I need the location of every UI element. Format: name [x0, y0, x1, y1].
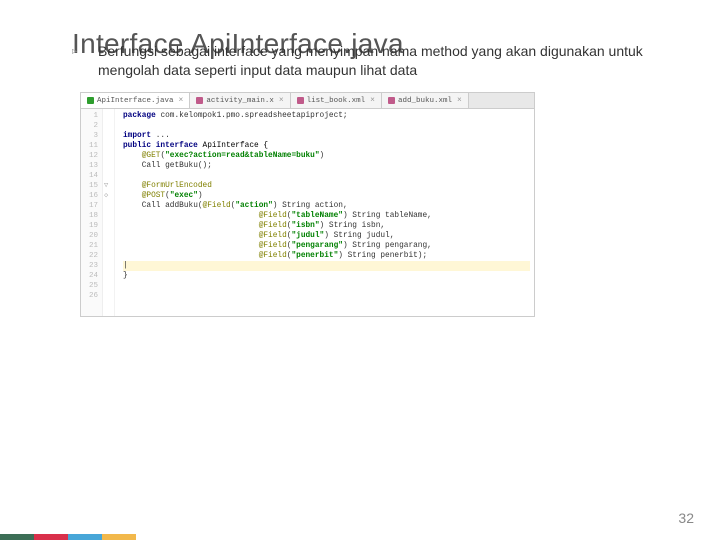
bullet-icon: ▹	[72, 46, 77, 57]
tab-add-buku[interactable]: add_buku.xml ×	[382, 93, 469, 108]
xml-file-icon	[196, 97, 203, 104]
tab-label: ApiInterface.java	[97, 97, 174, 105]
xml-file-icon	[388, 97, 395, 104]
tab-list-book[interactable]: list_book.xml ×	[291, 93, 382, 108]
page-number: 32	[678, 510, 694, 526]
marker-gutter: ▽◇	[103, 109, 115, 316]
tab-label: activity_main.x	[206, 97, 274, 105]
close-icon[interactable]: ×	[279, 96, 284, 105]
close-icon[interactable]: ×	[370, 96, 375, 105]
tab-label: add_buku.xml	[398, 97, 452, 105]
tab-activity-main[interactable]: activity_main.x ×	[190, 93, 290, 108]
close-icon[interactable]: ×	[457, 96, 462, 105]
tab-apiinterface[interactable]: ApiInterface.java ×	[81, 93, 190, 108]
tab-label: list_book.xml	[307, 97, 366, 105]
editor-tab-bar: ApiInterface.java × activity_main.x × li…	[81, 93, 534, 109]
line-number-gutter: 12311121314151617181920212223242526	[81, 109, 103, 316]
description-block: ▹ Berfungsi sebagai interface yang menyi…	[72, 42, 672, 80]
description-text: Berfungsi sebagai interface yang menyimp…	[98, 42, 672, 80]
code-area[interactable]: package com.kelompok1.pmo.spreadsheetapi…	[115, 109, 534, 316]
code-editor: ApiInterface.java × activity_main.x × li…	[80, 92, 535, 317]
xml-file-icon	[297, 97, 304, 104]
close-icon[interactable]: ×	[179, 96, 184, 105]
footer-accent-bars	[0, 534, 136, 540]
java-file-icon	[87, 97, 94, 104]
